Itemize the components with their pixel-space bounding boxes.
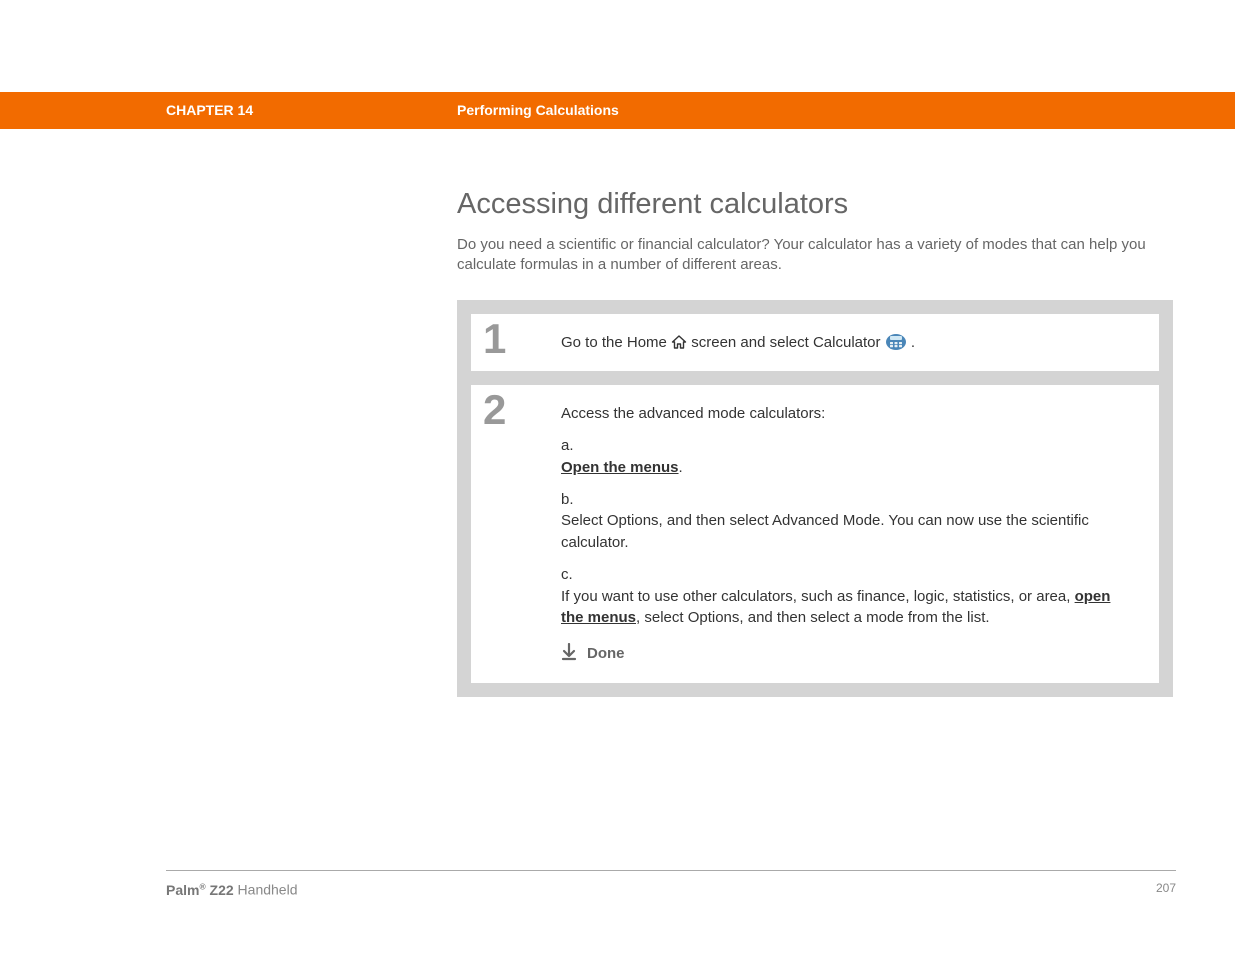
step-1-number: 1 — [471, 314, 561, 372]
substep-c-pre: If you want to use other calculators, su… — [561, 588, 1075, 605]
step-2-lead: Access the advanced mode calculators: — [561, 403, 1139, 425]
chapter-label: CHAPTER 14 — [166, 92, 253, 129]
substep-b-text: Select Options, and then select Advanced… — [561, 510, 1115, 554]
step-1: 1 Go to the Home screen and select Calcu… — [471, 314, 1159, 372]
step-2: 2 Access the advanced mode calculators: … — [471, 385, 1159, 683]
brand-suffix: Handheld — [234, 882, 298, 898]
step-1-text-c: . — [911, 334, 915, 351]
calculator-icon — [885, 333, 907, 351]
done-label: Done — [587, 643, 625, 665]
open-the-menus-link[interactable]: Open the menus — [561, 459, 679, 476]
substep-a-tail: . — [679, 459, 683, 476]
header-bar: CHAPTER 14 Performing Calculations — [0, 92, 1235, 129]
brand-model: Z22 — [206, 882, 234, 898]
intro-paragraph: Do you need a scientific or financial ca… — [457, 235, 1173, 276]
home-icon — [671, 334, 691, 351]
substep-a-marker: a. — [561, 435, 581, 457]
step-1-body: Go to the Home screen and select Calcula… — [561, 314, 1159, 372]
down-arrow-icon — [561, 643, 577, 665]
step-2-number: 2 — [471, 385, 561, 683]
footer-brand: Palm® Z22 Handheld — [166, 881, 297, 898]
section-title: Performing Calculations — [457, 92, 619, 129]
page-number: 207 — [1156, 881, 1176, 898]
steps-container: 1 Go to the Home screen and select Calcu… — [457, 300, 1173, 697]
substep-c-marker: c. — [561, 564, 581, 586]
step-2-body: Access the advanced mode calculators: a.… — [561, 385, 1159, 683]
page-heading: Accessing different calculators — [457, 188, 1173, 221]
brand-name: Palm — [166, 882, 199, 898]
step-1-text-b: screen and select Calculator — [691, 334, 884, 351]
footer-bar: Palm® Z22 Handheld 207 — [166, 870, 1176, 898]
substep-b-marker: b. — [561, 489, 581, 511]
step-1-text-a: Go to the Home — [561, 334, 671, 351]
substep-c-post: , select Options, and then select a mode… — [636, 609, 990, 626]
